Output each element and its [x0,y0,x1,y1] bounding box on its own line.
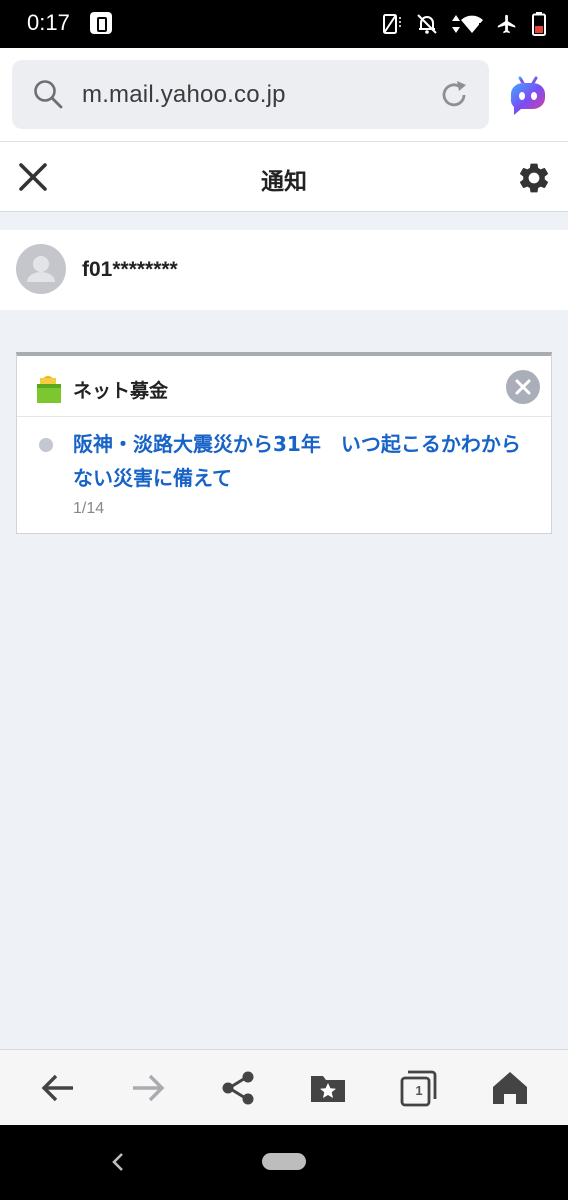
pager-count: 1/14 [73,500,105,517]
card-title: ネット募金 [73,380,169,402]
data-arrows-icon [452,15,460,33]
forward-button[interactable] [128,1068,168,1108]
tab-count: 1 [415,1083,423,1098]
share-icon [222,1071,254,1105]
close-icon [515,379,531,395]
donation-bank-icon [37,376,61,403]
account-name: f01******** [82,258,178,281]
account-row[interactable]: f01******** [0,230,568,310]
battery-icon [532,12,546,36]
home-button[interactable] [490,1068,530,1108]
back-arrow-icon [41,1074,73,1102]
bottom-toolbar: 1 [0,1049,568,1125]
url-text[interactable]: m.mail.yahoo.co.jp [82,81,286,109]
browser-bar: m.mail.yahoo.co.jp [0,48,568,142]
headline-link[interactable]: 阪神・淡路大震災から31年 いつ起こるかわからない災害に備えて [73,427,533,495]
avatar [16,244,66,294]
dismiss-button[interactable] [506,370,540,404]
status-bar: 0:17 5 [0,0,568,48]
forward-arrow-icon [133,1074,165,1102]
no-sim-icon [383,14,401,34]
home-icon [493,1072,527,1104]
status-icons: 5 [382,12,546,36]
gear-icon[interactable] [516,160,552,196]
reload-icon[interactable] [437,78,471,112]
notice-card: ネット募金 阪神・淡路大震災から31年 いつ起こるかわからない災害に備えて 1/… [16,352,552,534]
bookmark-folder-icon [311,1076,345,1102]
system-nav-bar [0,1125,568,1200]
app-notification-icon [90,12,112,34]
card-header: ネット募金 [17,356,551,417]
page-title: 通知 [261,169,307,195]
notifications-off-icon [417,14,437,34]
address-bar[interactable]: m.mail.yahoo.co.jp [12,60,489,129]
airplane-mode-icon [497,14,516,34]
bookmarks-button[interactable] [308,1068,348,1108]
network-label: 5 [478,22,485,33]
back-button[interactable] [38,1068,78,1108]
assistant-icon[interactable] [505,72,551,116]
nav-back-icon[interactable] [110,1150,126,1174]
page-header: 通知 [0,142,568,212]
status-time: 0:17 [27,10,70,35]
tabs-button[interactable]: 1 [398,1068,438,1108]
nav-home-pill[interactable] [262,1153,306,1170]
user-icon [27,256,55,282]
wifi-indicator: 5 [452,13,485,35]
search-icon [34,80,63,109]
list-bullet [39,438,53,452]
share-button[interactable] [218,1068,258,1108]
